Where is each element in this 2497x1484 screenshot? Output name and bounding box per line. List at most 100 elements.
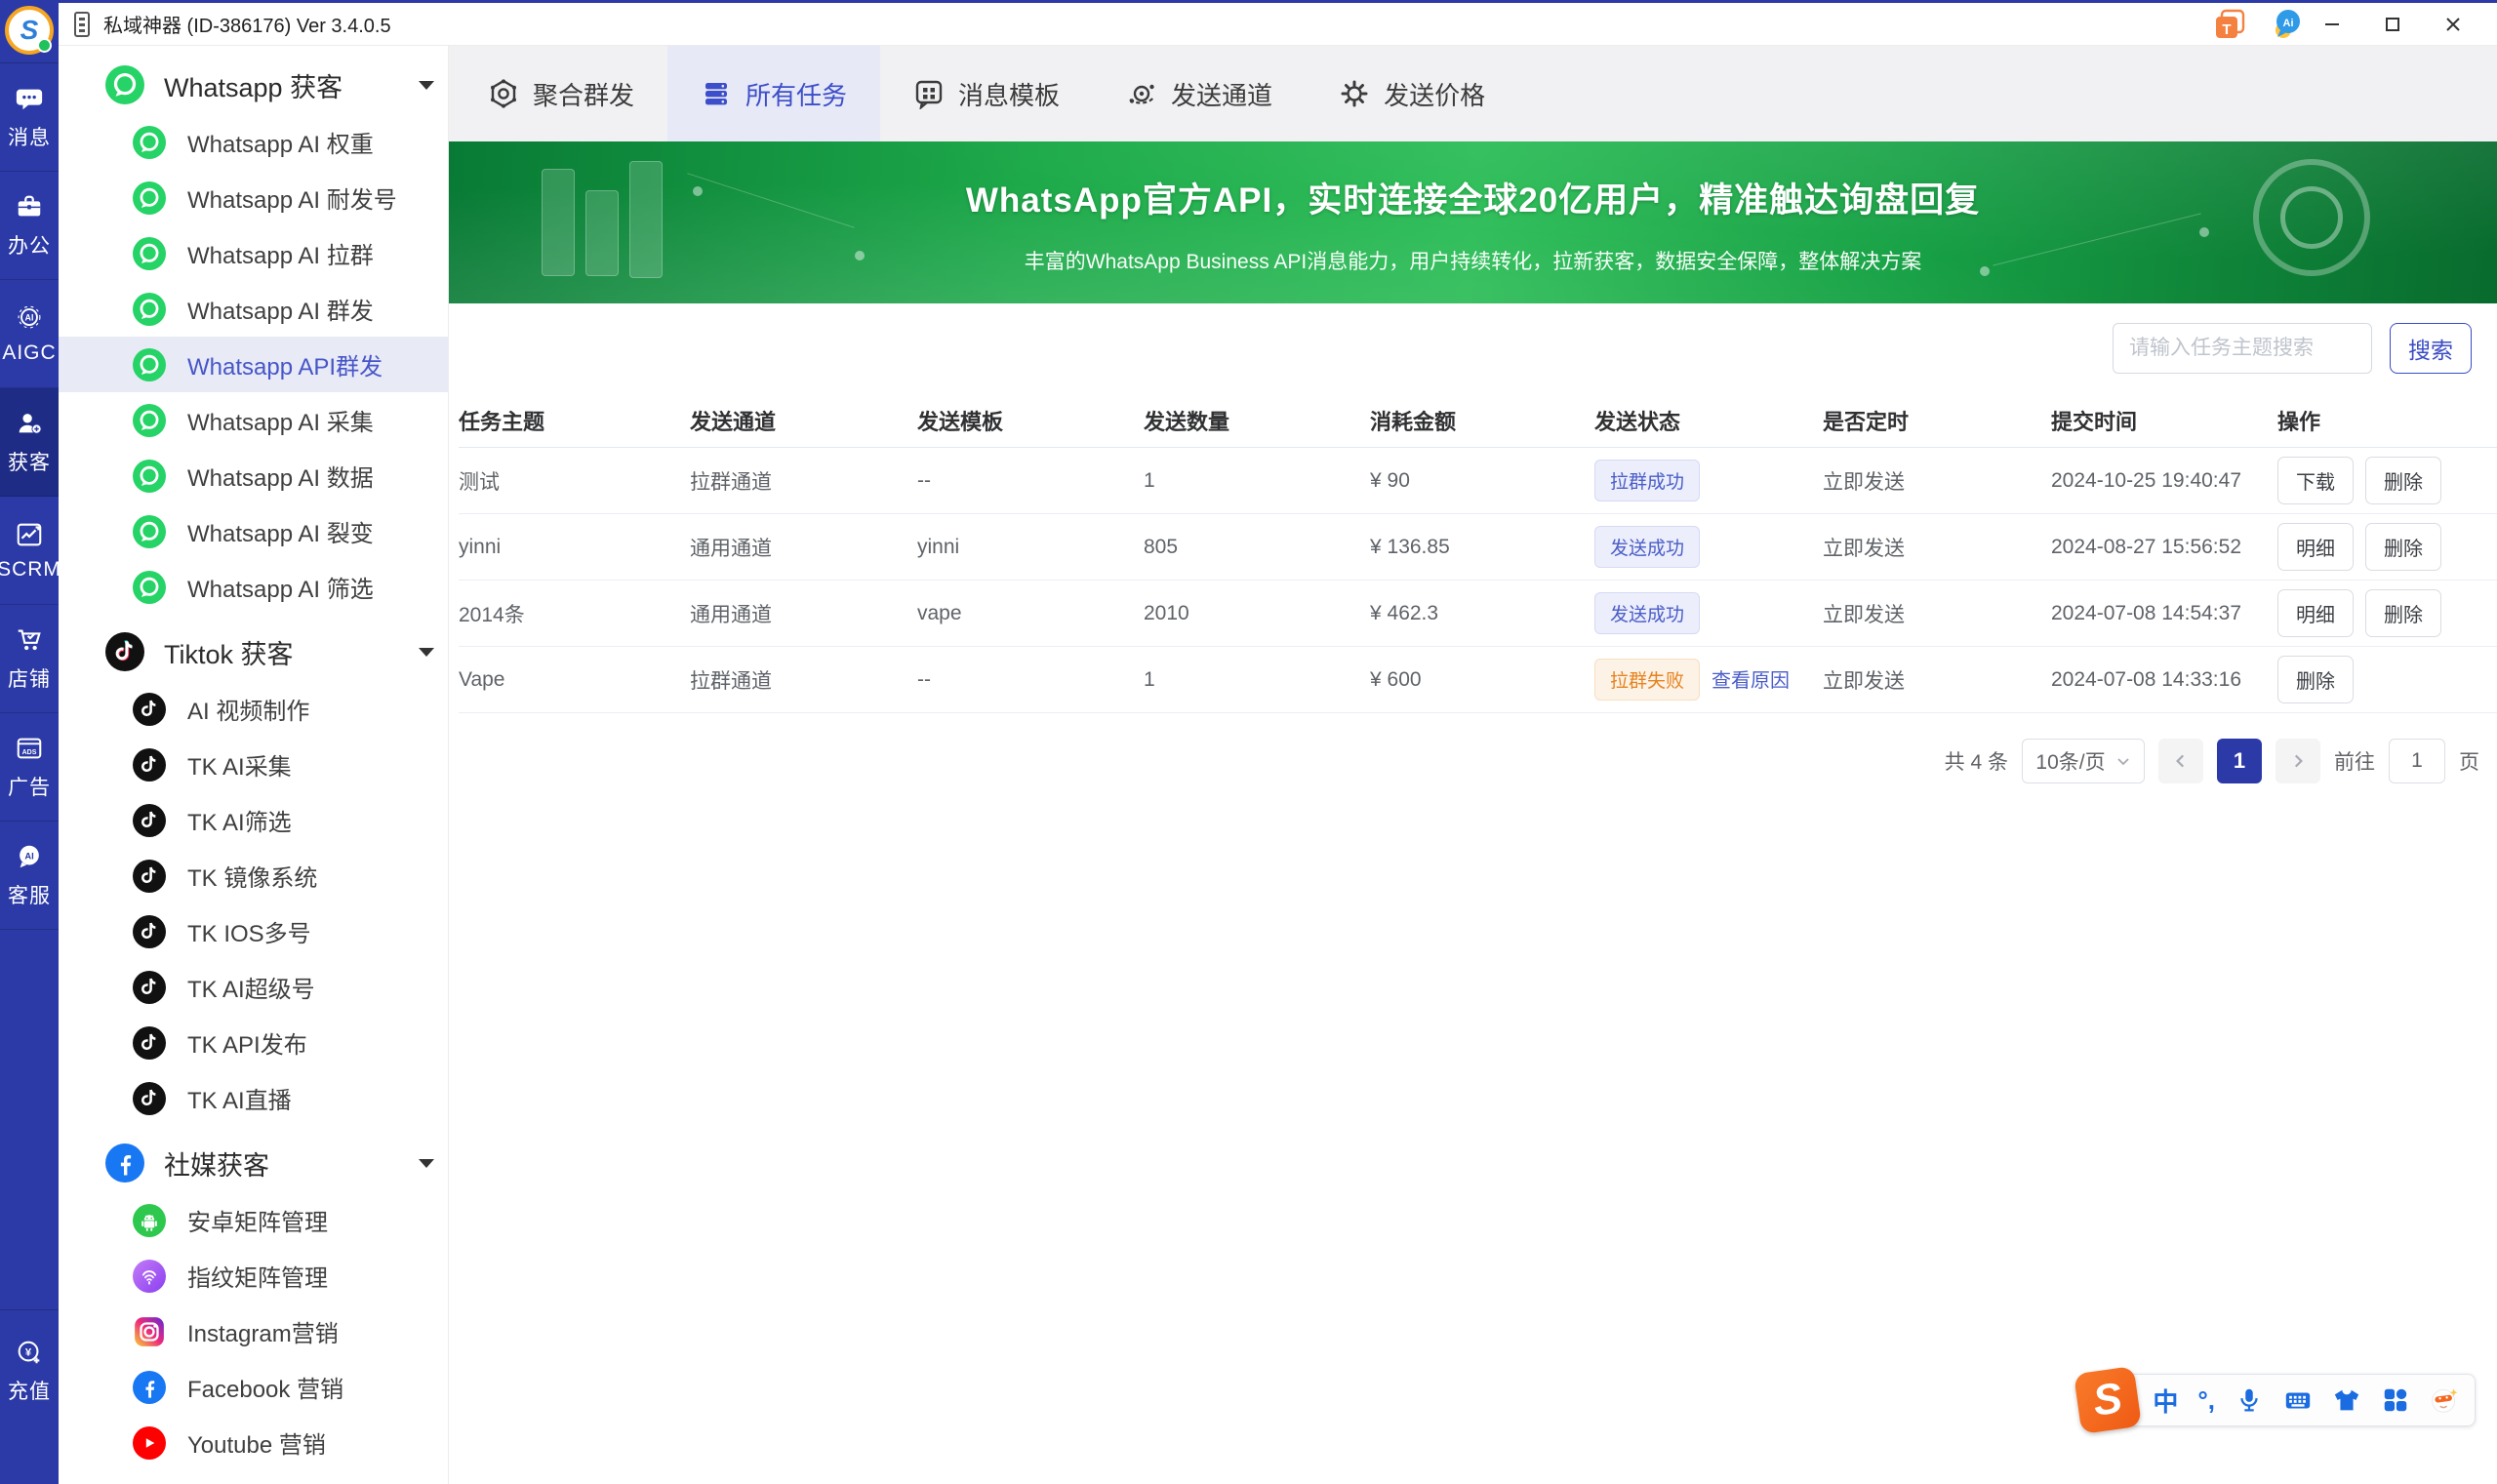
rail-item-recharge[interactable]: ¥ 充值: [0, 1326, 59, 1416]
goto-page-input[interactable]: [2389, 739, 2445, 783]
cell-channel: 通用通道: [690, 603, 772, 626]
online-status-dot: [37, 38, 52, 53]
delete-button[interactable]: 删除: [2277, 656, 2354, 703]
col-header-template: 发送模板: [917, 409, 1004, 434]
translate-badge-text: T: [2222, 21, 2231, 38]
next-page-button[interactable]: [2275, 739, 2320, 783]
keyboard-icon[interactable]: [2283, 1385, 2313, 1415]
rail-item-acquisition[interactable]: 获客: [0, 388, 59, 497]
cell-time: 2024-08-27 15:56:52: [2051, 535, 2241, 558]
nav-tk-api[interactable]: TK API发布: [59, 1015, 448, 1070]
cart-check-icon: [18, 629, 41, 650]
ime-language-mode[interactable]: 中: [2153, 1383, 2178, 1419]
delete-button[interactable]: 删除: [2365, 523, 2441, 571]
skin-shirt-icon[interactable]: [2332, 1385, 2361, 1415]
maximize-button[interactable]: [2362, 5, 2423, 44]
rail-item-shop[interactable]: 店铺: [0, 605, 59, 713]
tab-send-channels[interactable]: 发送通道: [1093, 46, 1306, 141]
delete-button[interactable]: 删除: [2365, 457, 2441, 504]
rail-item-aigc[interactable]: AI AIGC: [0, 280, 59, 388]
detail-button[interactable]: 明细: [2277, 589, 2354, 637]
nav-wa-group-pull[interactable]: Whatsapp AI 拉群: [59, 225, 448, 281]
nav-youtube[interactable]: Youtube 营销: [59, 1415, 448, 1470]
tiktok-icon: [133, 1081, 166, 1115]
nav-tk-live[interactable]: TK AI直播: [59, 1070, 448, 1126]
microphone-icon[interactable]: [2235, 1385, 2264, 1415]
nav-wa-bulk-send[interactable]: Whatsapp AI 群发: [59, 281, 448, 337]
ime-punctuation-mode[interactable]: °,: [2197, 1385, 2215, 1416]
whatsapp-api-banner: WhatsApp官方API，实时连接全球20亿用户，精准触达询盘回复 丰富的Wh…: [449, 141, 2497, 303]
close-button[interactable]: [2423, 5, 2483, 44]
rail-item-scrm[interactable]: SCRM: [0, 497, 60, 605]
group-tiktok[interactable]: Tiktok 获客: [59, 622, 448, 681]
download-button[interactable]: 下载: [2277, 457, 2354, 504]
nav-android-matrix[interactable]: 安卓矩阵管理: [59, 1192, 448, 1248]
emoji-mascot-icon[interactable]: [2430, 1385, 2459, 1415]
translate-tool-icon[interactable]: T: [2214, 9, 2245, 40]
group-label: Whatsapp 获客: [164, 72, 343, 102]
nav-item-label: Whatsapp AI 拉群: [187, 243, 374, 269]
chevron-down-icon[interactable]: [419, 647, 434, 657]
tab-message-templates[interactable]: 消息模板: [880, 46, 1093, 141]
detail-button[interactable]: 明细: [2277, 523, 2354, 571]
prev-page-button[interactable]: [2158, 739, 2203, 783]
search-row: 搜索: [449, 303, 2497, 393]
instagram-icon: [135, 1316, 164, 1346]
search-button[interactable]: 搜索: [2390, 323, 2472, 374]
task-search-input[interactable]: [2113, 323, 2372, 374]
nav-tk-mirror[interactable]: TK 镜像系统: [59, 848, 448, 903]
nav-wa-filter[interactable]: Whatsapp AI 筛选: [59, 559, 448, 615]
nav-facebook[interactable]: Facebook 营销: [59, 1359, 448, 1415]
nav-tk-ios[interactable]: TK IOS多号: [59, 903, 448, 959]
nav-wa-collect[interactable]: Whatsapp AI 采集: [59, 392, 448, 448]
delete-button[interactable]: 删除: [2365, 589, 2441, 637]
rail-item-office[interactable]: 办公: [0, 172, 59, 280]
chevron-down-icon[interactable]: [419, 80, 434, 90]
chevron-down-icon[interactable]: [419, 1158, 434, 1168]
nav-tk-filter[interactable]: TK AI筛选: [59, 792, 448, 848]
nav-wa-data[interactable]: Whatsapp AI 数据: [59, 448, 448, 503]
nav-instagram[interactable]: Instagram营销: [59, 1304, 448, 1359]
rail-item-ads[interactable]: ADS 广告: [0, 713, 59, 822]
total-count: 共 4 条: [1944, 751, 2008, 774]
rail-item-support[interactable]: AI 客服: [0, 822, 59, 930]
nav-tk-video[interactable]: AI 视频制作: [59, 681, 448, 737]
current-page-button[interactable]: 1: [2217, 739, 2262, 783]
tab-aggregate-send[interactable]: 聚合群发: [455, 46, 667, 141]
cell-topic: 测试: [459, 470, 500, 494]
sogou-logo[interactable]: S: [2074, 1365, 2143, 1435]
rail-item-messages[interactable]: 消息: [0, 63, 59, 172]
col-header-timing: 是否定时: [1823, 409, 1910, 434]
whatsapp-icon: [133, 514, 166, 548]
page-size-select[interactable]: 10条/页: [2022, 739, 2145, 783]
group-social[interactable]: 社媒获客: [59, 1134, 448, 1192]
nav-wa-durable[interactable]: Whatsapp AI 耐发号: [59, 170, 448, 225]
group-whatsapp[interactable]: Whatsapp 获客: [59, 56, 448, 114]
cell-count: 1: [1144, 667, 1155, 691]
view-reason-link[interactable]: 查看原因: [1712, 670, 1790, 692]
yuan-glyph: ¥: [25, 1346, 32, 1358]
nav-fingerprint-matrix[interactable]: 指纹矩阵管理: [59, 1248, 448, 1304]
rail-item-label: 广告: [8, 776, 51, 799]
nav-wa-fission[interactable]: Whatsapp AI 裂变: [59, 503, 448, 559]
briefcase-icon: [18, 195, 41, 216]
user-plus-icon: [19, 413, 42, 434]
table-row: Vape 拉群通道 -- 1 ¥ 600 拉群失败 查看原因 立即发送 2024-…: [459, 647, 2497, 713]
nav-wa-weight[interactable]: Whatsapp AI 权重: [59, 114, 448, 170]
nav-tk-collect[interactable]: TK AI采集: [59, 737, 448, 792]
nav-tk-super[interactable]: TK AI超级号: [59, 959, 448, 1015]
recharge-yuan-icon: ¥: [18, 1341, 40, 1363]
minimize-button[interactable]: [2302, 5, 2362, 44]
trend-chart-icon: [17, 523, 42, 545]
col-header-count: 发送数量: [1144, 409, 1230, 434]
tab-all-tasks[interactable]: 所有任务: [667, 46, 881, 141]
toolbox-grid-icon[interactable]: [2381, 1385, 2410, 1415]
rail-item-label: 消息: [8, 126, 51, 149]
nav-wa-api-bulk[interactable]: Whatsapp API群发: [59, 337, 448, 392]
nav-item-label: Whatsapp AI 群发: [187, 299, 374, 325]
nav-item-label: AI 视频制作: [187, 699, 310, 725]
cell-template: yinni: [917, 535, 960, 558]
status-badge: 拉群失败: [1594, 659, 1701, 701]
tab-send-pricing[interactable]: 发送价格: [1306, 46, 1518, 141]
ai-assistant-icon[interactable]: Ai: [2271, 9, 2302, 40]
